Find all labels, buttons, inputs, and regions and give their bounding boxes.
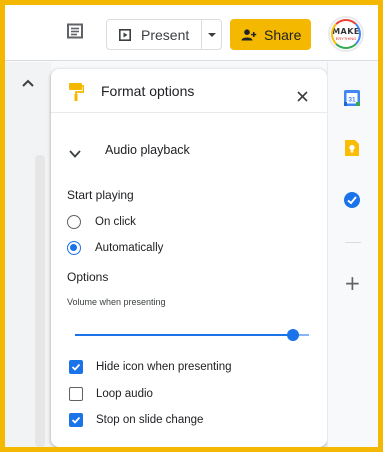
- person-add-icon: [241, 28, 257, 40]
- options-label: Options: [67, 270, 109, 284]
- tasks-icon[interactable]: [343, 191, 361, 209]
- chevron-up-icon[interactable]: [20, 76, 36, 88]
- checkbox-stop-on-slide-change-label[interactable]: Stop on slide change: [96, 414, 203, 426]
- chevron-down-icon[interactable]: [69, 145, 81, 158]
- calendar-icon[interactable]: 31: [343, 89, 361, 107]
- checkbox-loop-audio-label[interactable]: Loop audio: [96, 388, 153, 400]
- volume-slider-rest: [299, 334, 309, 336]
- radio-automatically-label[interactable]: Automatically: [95, 242, 163, 254]
- share-button[interactable]: Share: [230, 19, 311, 50]
- present-button-group: Present: [106, 19, 222, 50]
- present-options-button[interactable]: [202, 20, 222, 49]
- check-icon: [71, 363, 81, 371]
- close-icon[interactable]: [297, 89, 308, 102]
- radio-on-click[interactable]: [67, 215, 81, 229]
- section-title: Audio playback: [105, 143, 190, 157]
- panel-title: Format options: [101, 83, 195, 99]
- top-bar: Present Share MAKE ERYTHING: [5, 5, 378, 61]
- radio-on-click-label[interactable]: On click: [95, 216, 136, 228]
- scrollbar[interactable]: [35, 155, 45, 447]
- start-playing-label: Start playing: [67, 188, 134, 202]
- present-button[interactable]: Present: [107, 20, 201, 49]
- side-apps-rail: 31 +: [327, 62, 378, 447]
- checkbox-hide-icon-label[interactable]: Hide icon when presenting: [96, 361, 232, 373]
- check-icon: [71, 416, 81, 424]
- share-label: Share: [264, 26, 302, 43]
- comment-icon[interactable]: [66, 23, 86, 41]
- app-frame: Present Share MAKE ERYTHING Format optio…: [5, 5, 378, 447]
- volume-slider-track[interactable]: [75, 334, 309, 336]
- rail-divider: [345, 242, 361, 243]
- avatar-ring: [331, 19, 361, 49]
- paint-roller-icon: [68, 82, 85, 102]
- keep-icon[interactable]: [343, 139, 361, 157]
- radio-automatically[interactable]: [67, 241, 81, 255]
- present-slide-icon: [119, 28, 131, 41]
- caret-down-icon: [208, 32, 216, 37]
- plus-icon[interactable]: +: [344, 273, 361, 293]
- checkbox-stop-on-slide-change[interactable]: [69, 413, 83, 427]
- present-label: Present: [141, 26, 190, 43]
- checkbox-hide-icon[interactable]: [69, 360, 83, 374]
- volume-label: Volume when presenting: [67, 297, 166, 307]
- filmstrip-rail: [5, 62, 51, 447]
- panel-header: Format options: [51, 69, 327, 113]
- rail-border: [327, 62, 328, 447]
- checkbox-loop-audio[interactable]: [69, 387, 83, 401]
- avatar[interactable]: MAKE ERYTHING: [328, 16, 364, 52]
- volume-slider-thumb[interactable]: [287, 329, 299, 341]
- svg-text:31: 31: [348, 97, 356, 104]
- format-options-panel: Format options Audio playback Start play…: [51, 69, 327, 447]
